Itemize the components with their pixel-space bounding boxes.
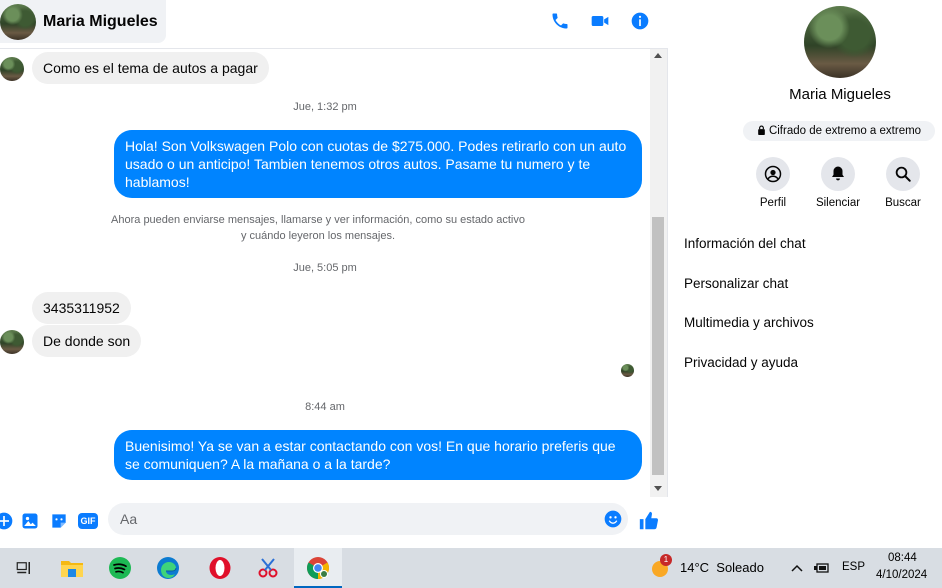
action-search[interactable]: Buscar [873, 157, 933, 209]
contact-name[interactable]: Maria Migueles [43, 13, 158, 31]
scroll-thumb[interactable] [652, 217, 664, 475]
taskbar: 1 14°C Soleado ESP 08:44 4/10/2024 [0, 548, 942, 588]
info-icon[interactable] [629, 10, 651, 32]
action-mute[interactable]: Silenciar [808, 157, 868, 209]
gif-icon[interactable]: GIF [78, 511, 98, 531]
info-panel: Maria Migueles Cifrado de extremo a extr… [669, 0, 942, 545]
avatar[interactable] [0, 57, 24, 81]
system-note: Ahora pueden enviarse mensajes, llamarse… [0, 212, 636, 244]
menu-item-customize-chat[interactable]: Personalizar chat [684, 276, 788, 291]
incoming-message[interactable]: 3435311952 [32, 292, 131, 324]
phone-icon[interactable] [549, 10, 571, 32]
incoming-message[interactable]: Como es el tema de autos a pagar [32, 52, 269, 84]
avatar[interactable] [0, 3, 36, 40]
timestamp: Jue, 5:05 pm [293, 262, 357, 274]
weather-text[interactable]: 14°C Soleado [680, 560, 764, 575]
action-label: Silenciar [815, 197, 861, 209]
clock-date[interactable]: 4/10/2024 [876, 569, 927, 581]
image-icon[interactable] [20, 511, 40, 531]
timestamp: Jue, 1:32 pm [293, 101, 357, 113]
profile-photo[interactable] [804, 6, 876, 78]
profile-name: Maria Migueles [789, 86, 891, 103]
scroll-up-arrow[interactable] [654, 53, 662, 58]
task-view-icon[interactable] [0, 548, 48, 588]
scrollbar[interactable] [650, 49, 667, 497]
system-note-line: Ahora pueden enviarse mensajes, llamarse… [111, 214, 525, 226]
menu-item-privacy-help[interactable]: Privacidad y ayuda [684, 355, 798, 370]
system-note-line: y cuándo leyeron los mensajes. [240, 230, 396, 242]
encrypted-badge[interactable]: Cifrado de extremo a extremo [743, 121, 935, 141]
avatar[interactable] [0, 330, 24, 354]
emoji-icon[interactable] [603, 509, 623, 529]
clock-time[interactable]: 08:44 [888, 552, 917, 564]
action-profile[interactable]: Perfil [743, 157, 803, 209]
menu-item-media-files[interactable]: Multimedia y archivos [684, 315, 814, 330]
message-input[interactable] [118, 503, 598, 535]
weather-badge: 1 [660, 554, 672, 566]
gif-label: GIF [78, 513, 98, 529]
header-contact[interactable]: Maria Migueles [0, 0, 166, 43]
video-camera-icon[interactable] [589, 10, 611, 32]
snipping-tool-icon[interactable] [244, 548, 292, 588]
timestamp: 8:44 am [305, 401, 345, 413]
outgoing-message[interactable]: Buenisimo! Ya se van a estar contactando… [114, 430, 642, 480]
plus-icon[interactable] [0, 511, 14, 531]
like-icon[interactable] [638, 510, 660, 532]
chrome-icon[interactable] [294, 548, 342, 588]
message-list: Como es el tema de autos a pagar Jue, 1:… [0, 49, 650, 497]
file-explorer-icon[interactable] [48, 548, 96, 588]
menu-item-chat-info[interactable]: Información del chat [684, 236, 806, 251]
encrypted-label: Cifrado de extremo a extremo [768, 125, 922, 137]
weather-sun-icon[interactable]: 1 [650, 554, 672, 578]
scroll-down-arrow[interactable] [654, 486, 662, 491]
chat-header: Maria Migueles [0, 0, 668, 49]
action-label: Perfil [759, 197, 787, 209]
action-label: Buscar [885, 197, 921, 209]
sticker-icon[interactable] [49, 511, 69, 531]
message-input-wrap[interactable] [108, 503, 628, 535]
language-indicator[interactable]: ESP [842, 561, 865, 573]
edge-icon[interactable] [144, 548, 192, 588]
network-battery-icon[interactable] [814, 561, 830, 575]
chat-pane: Maria Migueles Como es el tema de autos … [0, 0, 668, 545]
outgoing-message[interactable]: Hola! Son Volkswagen Polo con cuotas de … [114, 130, 642, 198]
profile-icon[interactable] [756, 157, 790, 191]
composer: GIF [0, 497, 668, 545]
spotify-icon[interactable] [96, 548, 144, 588]
lock-icon [757, 122, 766, 142]
opera-icon[interactable] [196, 548, 244, 588]
read-receipt-avatar [621, 364, 634, 377]
chevron-up-icon[interactable] [790, 561, 804, 575]
incoming-message[interactable]: De donde son [32, 325, 142, 357]
bell-icon[interactable] [821, 157, 855, 191]
search-icon[interactable] [886, 157, 920, 191]
